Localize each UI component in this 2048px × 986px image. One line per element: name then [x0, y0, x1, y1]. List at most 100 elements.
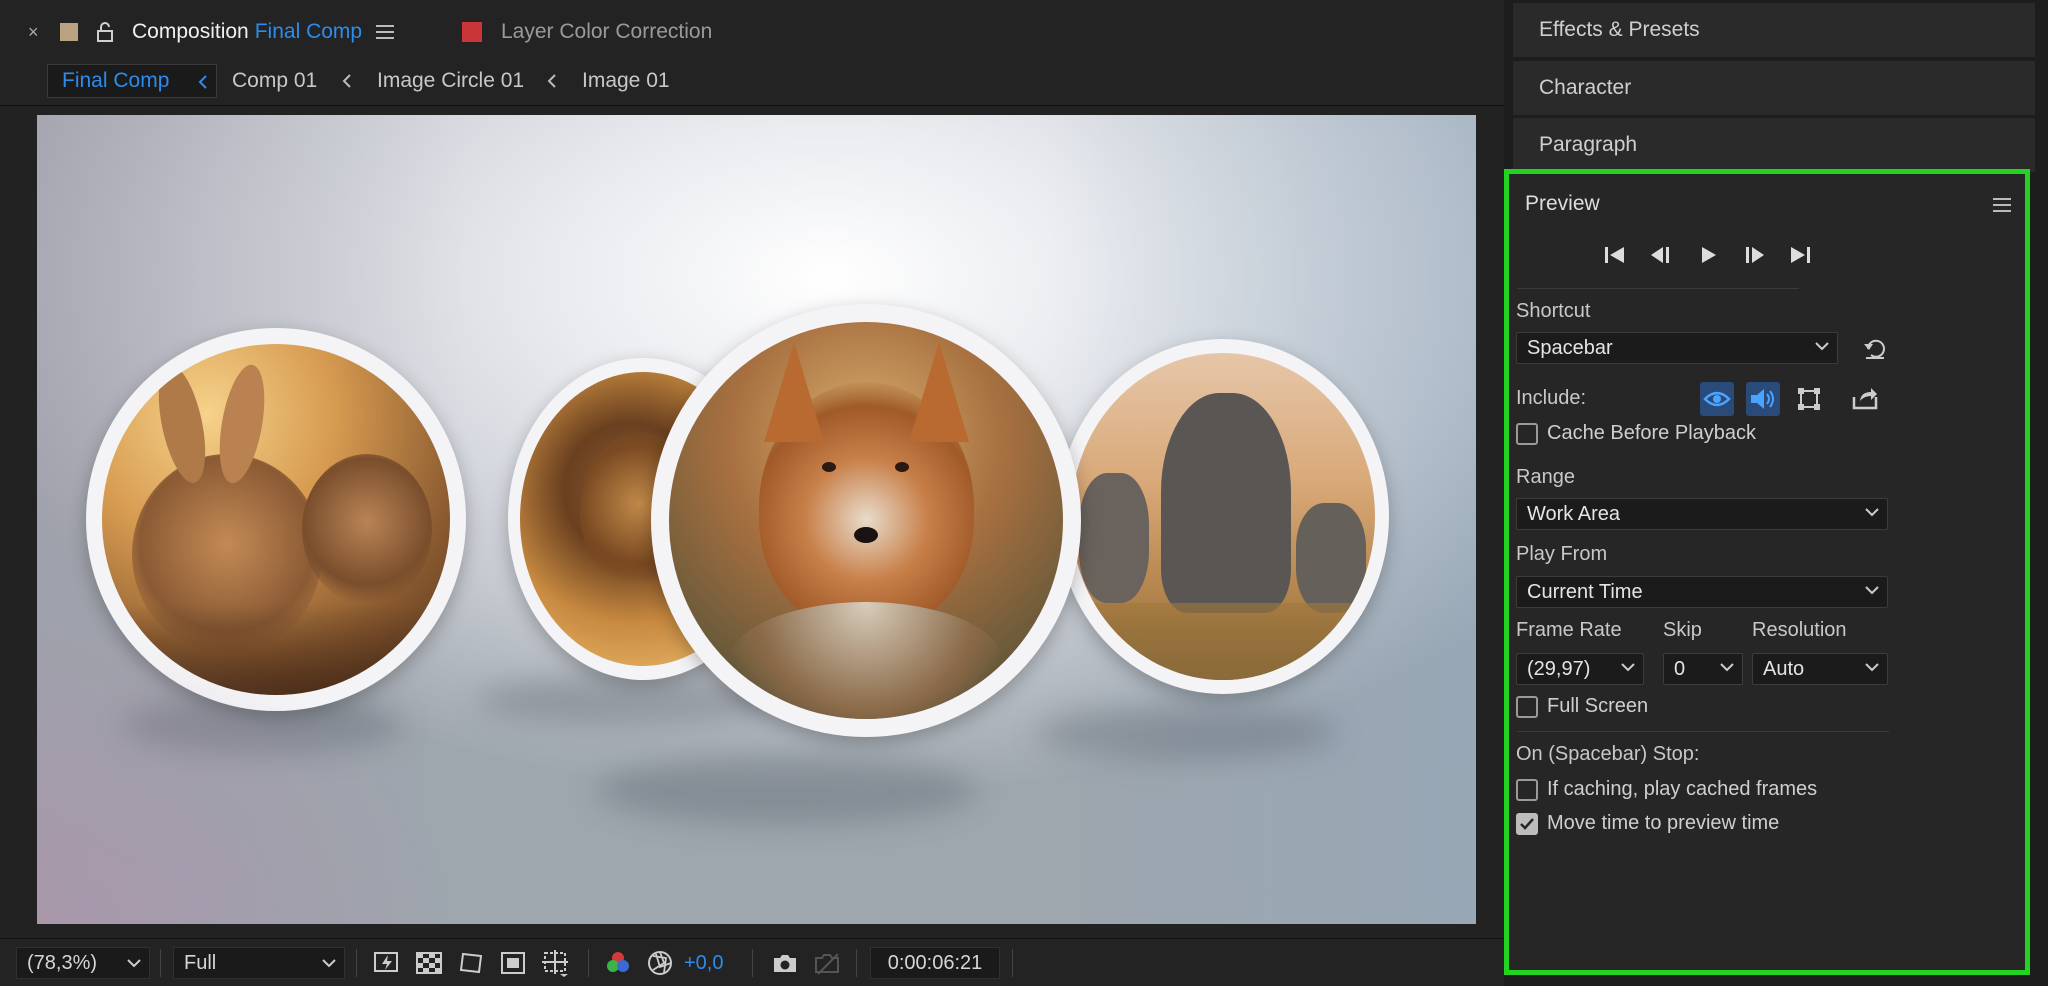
- checkbox-box: [1516, 812, 1538, 835]
- lock-icon[interactable]: [96, 12, 114, 52]
- divider: [356, 949, 357, 977]
- breadcrumb-image-circle-01[interactable]: Image Circle 01: [377, 64, 524, 98]
- skip-value: 0: [1674, 657, 1686, 680]
- last-frame-icon[interactable]: [1787, 242, 1813, 268]
- resolution-value: Full: [184, 951, 217, 974]
- mask-visibility-icon[interactable]: [456, 948, 486, 978]
- circle-rabbits[interactable]: [86, 328, 466, 711]
- breadcrumb-label: Final Comp: [62, 69, 170, 92]
- timecode-value: 0:00:06:21: [887, 951, 983, 974]
- breadcrumb: Final Comp Comp 01 Image Circle 01 Image…: [0, 56, 1504, 106]
- rabbits-image: [102, 344, 450, 695]
- circle-fox[interactable]: [651, 304, 1081, 737]
- divider: [160, 949, 161, 977]
- frame-rate-label: Frame Rate: [1516, 619, 1622, 641]
- viewer-toolbar: (78,3%) Full +0,0 0:00:06:21: [0, 938, 1504, 986]
- range-dropdown[interactable]: Work Area: [1516, 498, 1888, 530]
- channel-icon[interactable]: [603, 948, 633, 978]
- shortcut-value: Spacebar: [1527, 336, 1613, 359]
- circle-shadow: [122, 695, 402, 755]
- composition-panel: × Composition Final Comp Layer Color Cor…: [0, 0, 1504, 986]
- play-from-dropdown[interactable]: Current Time: [1516, 576, 1888, 608]
- composition-tab[interactable]: Composition Final Comp: [132, 12, 362, 52]
- chevron-left-icon: [198, 75, 207, 89]
- resolution-dropdown[interactable]: Full: [173, 947, 345, 979]
- breadcrumb-comp-01[interactable]: Comp 01: [232, 64, 317, 98]
- checkbox-label: Cache Before Playback: [1547, 422, 1757, 444]
- chevron-down-icon: [322, 959, 336, 968]
- magnification-value: (78,3%): [27, 951, 98, 974]
- checkbox-box: [1516, 695, 1538, 718]
- divider: [856, 949, 857, 977]
- next-frame-icon[interactable]: [1741, 242, 1767, 268]
- current-time-display[interactable]: 0:00:06:21: [870, 947, 1000, 979]
- transparency-grid-icon[interactable]: [414, 948, 444, 978]
- magnification-dropdown[interactable]: (78,3%): [16, 947, 150, 979]
- close-tab-button[interactable]: ×: [28, 12, 39, 52]
- exposure-value[interactable]: +0,0: [680, 947, 740, 979]
- checkbox-box: [1516, 778, 1538, 801]
- include-audio-toggle[interactable]: [1746, 382, 1780, 416]
- move-time-checkbox[interactable]: Move time to preview time: [1516, 812, 1779, 835]
- first-frame-icon[interactable]: [1602, 242, 1628, 268]
- range-label: Range: [1516, 466, 1575, 488]
- export-icon[interactable]: [1848, 382, 1882, 416]
- character-panel[interactable]: Character: [1513, 61, 2035, 115]
- overlays-icon: [1798, 388, 1820, 410]
- shortcut-dropdown[interactable]: Spacebar: [1516, 332, 1838, 364]
- play-from-label: Play From: [1516, 543, 1608, 565]
- play-from-value: Current Time: [1527, 580, 1643, 603]
- chevron-down-icon: [1865, 663, 1879, 672]
- chevron-down-icon: [1720, 663, 1734, 672]
- play-icon[interactable]: [1695, 242, 1721, 268]
- composition-tab-label: Composition: [132, 20, 249, 43]
- camera-icon[interactable]: [770, 948, 800, 978]
- on-stop-label: On (Spacebar) Stop:: [1516, 743, 1700, 765]
- divider: [752, 949, 753, 977]
- composition-tab-name: Final Comp: [254, 20, 363, 43]
- effects-presets-panel[interactable]: Effects & Presets: [1513, 3, 2035, 57]
- eye-icon: [1703, 391, 1731, 407]
- include-video-toggle[interactable]: [1700, 382, 1734, 416]
- reset-icon[interactable]: [1863, 338, 1887, 360]
- divider: [1517, 731, 1889, 732]
- include-overlays-toggle[interactable]: [1792, 382, 1826, 416]
- if-caching-checkbox[interactable]: If caching, play cached frames: [1516, 778, 1817, 801]
- checkbox-label: Move time to preview time: [1547, 812, 1780, 834]
- color-management-icon[interactable]: [645, 948, 675, 978]
- panel-menu-icon[interactable]: [1993, 198, 2011, 212]
- include-label: Include:: [1516, 387, 1587, 409]
- layer-tab[interactable]: Layer Color Correction: [501, 12, 712, 52]
- resolution-dropdown[interactable]: Auto: [1752, 653, 1888, 685]
- divider: [1517, 288, 1799, 289]
- composition-tab-bar: × Composition Final Comp Layer Color Cor…: [0, 0, 1504, 56]
- previous-frame-icon[interactable]: [1648, 242, 1674, 268]
- chevron-left-icon: [547, 74, 556, 88]
- breadcrumb-image-01[interactable]: Image 01: [582, 64, 670, 98]
- fox-image: [669, 322, 1063, 719]
- frame-rate-dropdown[interactable]: (29,97): [1516, 653, 1644, 685]
- resolution-value: Auto: [1763, 657, 1805, 680]
- composition-canvas[interactable]: [37, 115, 1476, 924]
- breadcrumb-final-comp[interactable]: Final Comp: [47, 64, 217, 98]
- chevron-down-icon: [1621, 663, 1635, 672]
- circle-shadow: [597, 755, 977, 825]
- layer-color-swatch: [462, 12, 482, 52]
- checkbox-label: If caching, play cached frames: [1547, 778, 1818, 800]
- chevron-down-icon: [1865, 586, 1879, 595]
- circle-elephants[interactable]: [1057, 339, 1389, 694]
- checkbox-label: Full Screen: [1547, 695, 1649, 717]
- checkbox-box: [1516, 422, 1538, 445]
- fast-previews-icon[interactable]: [372, 948, 402, 978]
- after-effects-window: × Composition Final Comp Layer Color Cor…: [0, 0, 2048, 986]
- grid-guides-icon[interactable]: [540, 948, 570, 978]
- show-snapshot-icon[interactable]: [812, 948, 842, 978]
- full-screen-checkbox[interactable]: Full Screen: [1516, 695, 1648, 718]
- skip-dropdown[interactable]: 0: [1663, 653, 1743, 685]
- shortcut-label: Shortcut: [1516, 300, 1591, 322]
- region-of-interest-icon[interactable]: [498, 948, 528, 978]
- chevron-down-icon: [1865, 508, 1879, 517]
- panel-menu-icon[interactable]: [376, 12, 394, 52]
- cache-before-playback-checkbox[interactable]: Cache Before Playback: [1516, 422, 1756, 445]
- paragraph-panel[interactable]: Paragraph: [1513, 118, 2035, 172]
